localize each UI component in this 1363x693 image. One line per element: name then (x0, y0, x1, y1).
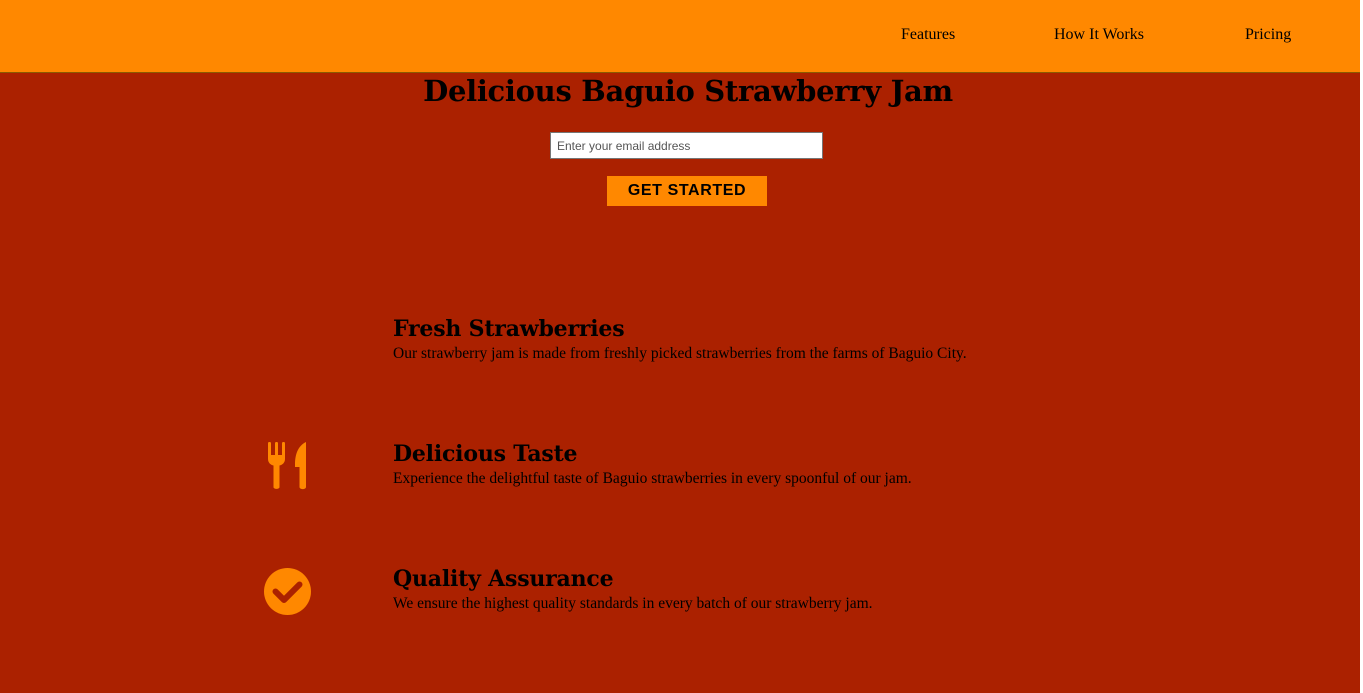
nav-link-features[interactable]: Features (901, 26, 955, 44)
hero-title: Delicious Baguio Strawberry Jam (423, 74, 953, 108)
feature-title: Fresh Strawberries (393, 316, 625, 342)
nav-link-how-it-works[interactable]: How It Works (1054, 26, 1144, 44)
feature-description: Experience the delightful taste of Bagui… (393, 470, 912, 487)
feature-description: We ensure the highest quality standards … (393, 595, 873, 612)
check-circle-icon (264, 568, 311, 615)
email-input[interactable] (550, 132, 823, 159)
nav-bar: Features How It Works Pricing (0, 0, 1360, 73)
get-started-button[interactable]: GET STARTED (607, 176, 767, 206)
utensils-icon (268, 442, 306, 490)
feature-description: Our strawberry jam is made from freshly … (393, 345, 967, 362)
feature-title: Delicious Taste (393, 441, 578, 467)
feature-title: Quality Assurance (393, 566, 614, 592)
nav-link-pricing[interactable]: Pricing (1245, 26, 1291, 44)
